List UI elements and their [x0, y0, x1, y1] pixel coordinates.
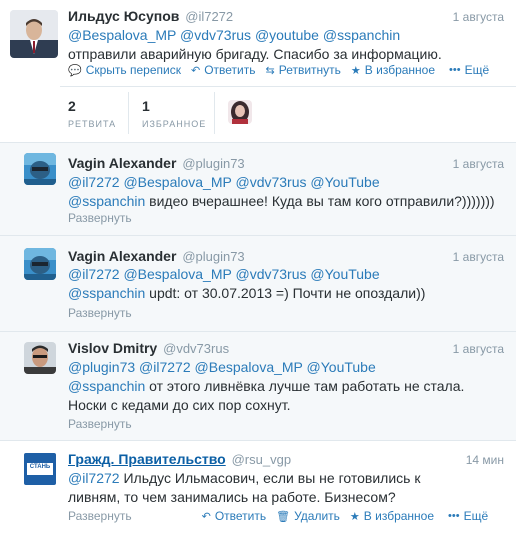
mention-link[interactable]: @sspanchin [323, 27, 400, 43]
retweet-count: 2 [68, 98, 76, 114]
avatar-vislov[interactable] [24, 342, 56, 374]
avatar-vagin[interactable] [24, 153, 56, 185]
retweet-stat[interactable]: 2 РЕТВИТА [68, 98, 116, 129]
tweet-text: @Bespalova_MP @vdv73rus @youtube @sspanc… [68, 26, 508, 64]
author-username[interactable]: @vdv73rus [163, 341, 229, 356]
tweet-body: от этого ливнёвка лучше там работать не … [145, 378, 465, 394]
favoriter-avatar[interactable] [228, 100, 252, 124]
conversation-icon: 💬 [68, 64, 82, 77]
reply-tweet[interactable]: Vagin Alexander @plugin73 1 августа @il7… [0, 143, 516, 235]
mention-link[interactable]: @Bespalova_MP [195, 359, 303, 375]
tweet-header: Vagin Alexander @plugin73 [68, 155, 245, 171]
mention-link[interactable]: @vdv73rus [235, 174, 306, 190]
author-username[interactable]: @rsu_vgp [232, 452, 291, 467]
mention-link[interactable]: @il7272 [68, 266, 120, 282]
tweet-actions: 💬 Скрыть переписк ↶ Ответить ⇆ Ретвитнуть ★… [68, 63, 499, 77]
mention-link[interactable]: @YouTube [307, 359, 376, 375]
mention-link[interactable]: @il7272 [68, 174, 120, 190]
stat-divider [128, 92, 129, 134]
favorite-button[interactable]: ★ В избранное [350, 509, 434, 523]
more-button[interactable]: ••• Ещё [449, 63, 489, 77]
author-username[interactable]: @il7272 [185, 9, 233, 24]
reply-button[interactable]: ↶ Ответить [191, 63, 256, 77]
delete-button[interactable]: 🗑 Удалить [276, 509, 340, 523]
expand-link[interactable]: Развернуть [68, 417, 132, 431]
tweet-body: отправили аварийную бригаду. Спасибо за … [68, 46, 442, 62]
mention-link[interactable]: @il7272 [68, 470, 120, 486]
author-name[interactable]: Vagin Alexander [68, 155, 176, 171]
expand-link[interactable]: Развернуть [68, 306, 132, 320]
expand-link[interactable]: Развернуть [68, 211, 132, 225]
retweet-label: РЕТВИТА [68, 119, 117, 129]
author-name[interactable]: Ильдус Юсупов [68, 8, 179, 24]
mention-link[interactable]: @plugin73 [68, 359, 135, 375]
author-name[interactable]: Vislov Dmitry [68, 340, 157, 356]
mention-link[interactable]: @Bespalova_MP [123, 174, 231, 190]
tweet-body: updt: от 30.07.2013 =) Почти не опоздали… [145, 285, 426, 301]
mention-link[interactable]: @sspanchin [68, 193, 145, 209]
retweet-icon: ⇆ [265, 64, 275, 77]
tweet-body: видео вчерашнее! Куда вы там кого отправ… [145, 193, 495, 209]
tweet-body: Ильдус Ильмасович, если вы не готовились… [119, 470, 421, 486]
tweet-header: Гражд. Правительство @rsu_vgp [68, 451, 291, 467]
avatar-ildus[interactable] [10, 10, 58, 58]
avatar-grazhd-pravitelstvo[interactable]: СТАНЬ [24, 453, 56, 485]
favorite-count: 1 [142, 98, 150, 114]
retweet-button[interactable]: ⇆ Ретвитнуть [266, 63, 341, 77]
expand-link[interactable]: Развернуть [68, 509, 132, 523]
tweet-time[interactable]: 1 августа [453, 342, 504, 356]
more-button[interactable]: ••• Ещё [448, 509, 488, 523]
tweet-time[interactable]: 1 августа [453, 157, 504, 171]
favorite-button[interactable]: ★ В избранное [351, 63, 435, 77]
author-name[interactable]: Гражд. Правительство [68, 451, 226, 467]
tweet-time[interactable]: 14 мин [466, 453, 504, 467]
tweet-header: Vislov Dmitry @vdv73rus [68, 340, 229, 356]
reply-tweet[interactable]: Vislov Dmitry @vdv73rus 1 августа @plugi… [0, 332, 516, 440]
author-username[interactable]: @plugin73 [182, 156, 244, 171]
tweet-body: ливням, то чем занимались на работе. Биз… [68, 489, 396, 505]
divider [60, 86, 516, 87]
tweet-text: @il7272 @Bespalova_MP @vdv73rus @YouTube… [68, 173, 508, 211]
reply-icon: ↶ [190, 64, 201, 77]
mention-link[interactable]: @vdv73rus [180, 27, 251, 43]
favorite-stat[interactable]: 1 ИЗБРАННОЕ [142, 98, 206, 129]
tweet-header: Vagin Alexander @plugin73 [68, 248, 245, 264]
mention-link[interactable]: @Bespalova_MP [68, 27, 176, 43]
tweet-actions: Развернуть ↶ Ответить 🗑 Удалить ★ В избранн… [68, 509, 508, 523]
tweet-header: Ильдус Юсупов @il7272 [68, 8, 233, 24]
reply-tweet[interactable]: Vagin Alexander @plugin73 1 августа @il7… [0, 236, 516, 331]
mention-link[interactable]: @YouTube [310, 174, 379, 190]
mention-link[interactable]: @YouTube [310, 266, 379, 282]
hide-conversation-button[interactable]: 💬 Скрыть переписк [68, 63, 181, 77]
reply-icon: ↶ [201, 510, 211, 523]
favorite-label: ИЗБРАННОЕ [142, 119, 207, 129]
new-reply-tweet[interactable]: СТАНЬ Гражд. Правительство @rsu_vgp 14 м… [0, 441, 516, 533]
tweet-text: @plugin73 @il7272 @Bespalova_MP @YouTube… [68, 358, 508, 415]
mention-link[interactable]: @youtube [255, 27, 319, 43]
tweet-text: @il7272 @Bespalova_MP @vdv73rus @YouTube… [68, 265, 508, 303]
mention-link[interactable]: @il7272 [139, 359, 191, 375]
stat-divider [214, 92, 215, 134]
star-icon: ★ [349, 510, 360, 523]
trash-icon: 🗑 [276, 510, 291, 523]
mention-link[interactable]: @sspanchin [68, 378, 145, 394]
more-icon: ••• [448, 510, 460, 522]
mention-link[interactable]: @Bespalova_MP [123, 266, 231, 282]
reply-button[interactable]: ↶ Ответить [202, 509, 267, 523]
tweet-time[interactable]: 1 августа [453, 250, 504, 264]
tweet-body: Носки с кедами до сих пор сохнут. [68, 397, 291, 413]
main-tweet: Ильдус Юсупов @il7272 1 августа @Bespalo… [0, 0, 516, 142]
tweet-time[interactable]: 1 августа [453, 10, 504, 24]
author-username[interactable]: @plugin73 [182, 249, 244, 264]
star-icon: ★ [350, 64, 361, 77]
avatar-logo-text: СТАНЬ [29, 464, 51, 470]
more-icon: ••• [449, 64, 461, 76]
mention-link[interactable]: @vdv73rus [235, 266, 306, 282]
tweet-text: @il7272 Ильдус Ильмасович, если вы не го… [68, 469, 508, 507]
mention-link[interactable]: @sspanchin [68, 285, 145, 301]
avatar-vagin[interactable] [24, 248, 56, 280]
author-name[interactable]: Vagin Alexander [68, 248, 176, 264]
